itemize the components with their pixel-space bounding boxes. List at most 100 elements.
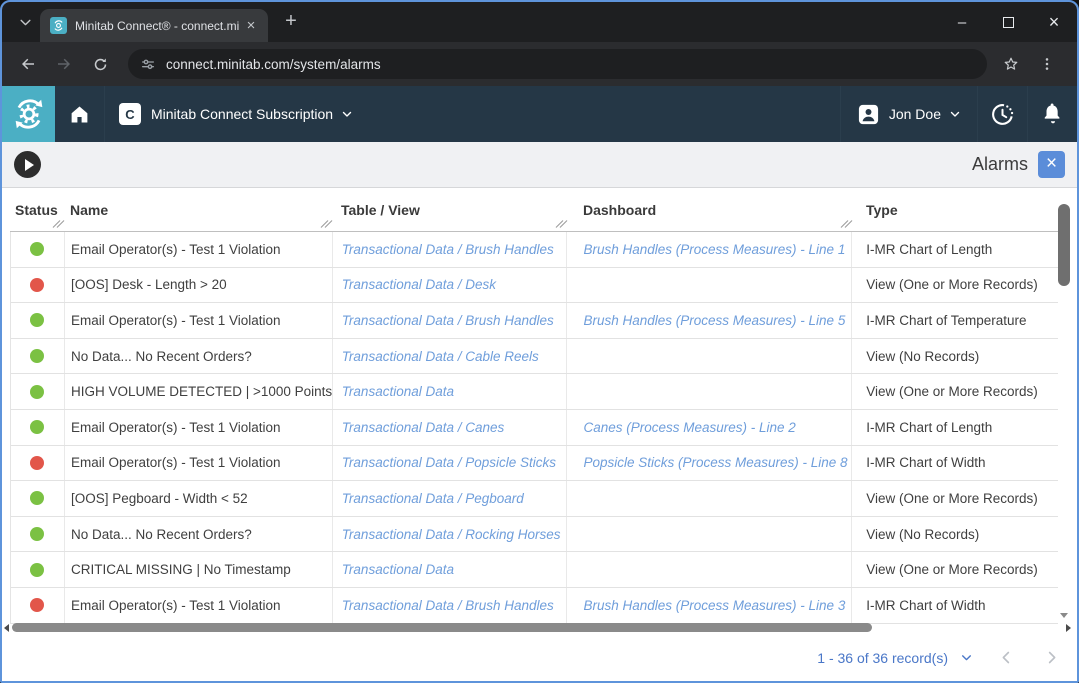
column-resize-handle[interactable] [556, 219, 566, 229]
minitab-connect-logo[interactable] [2, 86, 55, 142]
dashboard-link[interactable]: Brush Handles (Process Measures) - Line … [583, 242, 845, 257]
table-row[interactable]: Email Operator(s) - Test 1 ViolationTran… [11, 588, 1058, 624]
dashboard-cell: Brush Handles (Process Measures) - Line … [567, 232, 852, 267]
column-header-status[interactable]: Status [10, 188, 64, 232]
record-count-dropdown[interactable]: 1 - 36 of 36 record(s) [817, 650, 973, 666]
star-icon [1002, 55, 1020, 73]
table-view-cell: Transactional Data / Desk [333, 268, 568, 303]
home-button[interactable] [55, 86, 105, 142]
type-cell: I-MR Chart of Length [852, 232, 1058, 267]
table-view-link[interactable]: Transactional Data [342, 562, 454, 577]
maximize-button[interactable] [985, 2, 1031, 42]
table-row[interactable]: No Data... No Recent Orders?Transactiona… [11, 517, 1058, 553]
alarm-name: No Data... No Recent Orders? [71, 349, 252, 364]
vertical-scrollbar-thumb[interactable] [1058, 204, 1070, 286]
table-row[interactable]: Email Operator(s) - Test 1 ViolationTran… [11, 446, 1058, 482]
horizontal-scrollbar-thumb[interactable] [12, 623, 872, 632]
reload-button[interactable] [84, 48, 116, 80]
table-view-link[interactable]: Transactional Data / Desk [342, 277, 496, 292]
column-header-name[interactable]: Name [64, 188, 332, 232]
table-view-link[interactable]: Transactional Data / Cable Reels [342, 349, 539, 364]
table-view-link[interactable]: Transactional Data / Rocking Horses [342, 527, 561, 542]
alarm-name: CRITICAL MISSING | No Timestamp [71, 562, 291, 577]
table-row[interactable]: CRITICAL MISSING | No Timestamp Transacti… [11, 552, 1058, 588]
table-view-link[interactable]: Transactional Data / Popsicle Sticks [342, 455, 556, 470]
scrollbar-down-arrow-icon[interactable] [1060, 613, 1068, 618]
bookmark-button[interactable] [995, 48, 1027, 80]
dashboard-link[interactable]: Brush Handles (Process Measures) - Line … [583, 598, 845, 613]
subscription-badge: C [119, 103, 141, 125]
notifications-button[interactable] [1027, 86, 1077, 142]
window-close-button[interactable]: × [1031, 2, 1077, 42]
status-cell [11, 339, 65, 374]
table-row[interactable]: [OOS] Desk - Length > 20Transactional Da… [11, 268, 1058, 304]
alarms-panel-header: Alarms × [2, 142, 1077, 188]
tab-close-icon[interactable]: × [242, 17, 260, 35]
status-cell [11, 232, 65, 267]
column-header-table-view[interactable]: Table / View [332, 188, 567, 232]
status-red-icon [30, 598, 44, 612]
table-view-link[interactable]: Transactional Data / Brush Handles [342, 313, 554, 328]
alarm-type: View (One or More Records) [866, 277, 1038, 292]
column-resize-handle[interactable] [321, 219, 331, 229]
user-menu[interactable]: Jon Doe [840, 86, 977, 142]
table-row[interactable]: No Data... No Recent Orders? Transactiona… [11, 339, 1058, 375]
type-cell: View (No Records) [852, 517, 1058, 552]
table-header-row: Status Name Table / View Dashboard Type [10, 188, 1058, 232]
scrollbar-right-arrow-icon[interactable] [1066, 624, 1071, 632]
table-row[interactable]: [OOS] Pegboard - Width < 52 Transactional… [11, 481, 1058, 517]
maximize-icon [1003, 17, 1014, 28]
dashboard-link[interactable]: Canes (Process Measures) - Line 2 [583, 420, 795, 435]
home-icon [69, 104, 90, 125]
status-red-icon [30, 278, 44, 292]
tab-search-button[interactable] [10, 7, 40, 37]
minimize-button[interactable]: – [939, 2, 985, 42]
browser-toolbar: connect.minitab.com/system/alarms [2, 42, 1077, 86]
column-resize-handle[interactable] [841, 219, 851, 229]
status-cell [11, 481, 65, 516]
column-header-type[interactable]: Type [852, 188, 1058, 232]
table-row[interactable]: Email Operator(s) - Test 1 ViolationTran… [11, 410, 1058, 446]
kebab-menu-icon [1039, 56, 1055, 72]
horizontal-scrollbar[interactable] [4, 621, 1055, 634]
column-header-dashboard[interactable]: Dashboard [567, 188, 852, 232]
subscription-switcher[interactable]: C Minitab Connect Subscription [105, 86, 367, 142]
table-row[interactable]: Email Operator(s) - Test 1 Violation Tran… [11, 232, 1058, 268]
previous-page-button[interactable] [999, 650, 1014, 665]
alarm-type: I-MR Chart of Width [866, 455, 985, 470]
table-view-link[interactable]: Transactional Data / Pegboard [342, 491, 524, 506]
name-cell: Email Operator(s) - Test 1 Violation [65, 232, 333, 267]
table-view-link[interactable]: Transactional Data [342, 384, 454, 399]
expand-panel-button[interactable] [14, 151, 41, 178]
new-tab-button[interactable]: + [278, 9, 304, 35]
column-resize-handle[interactable] [53, 219, 63, 229]
browser-tab[interactable]: Minitab Connect® - connect.mi × [40, 9, 268, 42]
table-row[interactable]: HIGH VOLUME DETECTED | >1000 PointsTrans… [11, 374, 1058, 410]
type-cell: View (One or More Records) [852, 481, 1058, 516]
alarm-type: View (One or More Records) [866, 491, 1038, 506]
navbar-right: Jon Doe [840, 86, 1077, 142]
site-info-icon[interactable] [140, 56, 156, 72]
back-button[interactable] [12, 48, 44, 80]
status-cell [11, 303, 65, 338]
vertical-scrollbar[interactable] [1057, 188, 1071, 620]
url-bar[interactable]: connect.minitab.com/system/alarms [128, 49, 987, 79]
forward-button[interactable] [48, 48, 80, 80]
scrollbar-left-arrow-icon[interactable] [4, 624, 9, 632]
table-row[interactable]: Email Operator(s) - Test 1 ViolationTran… [11, 303, 1058, 339]
url-text[interactable]: connect.minitab.com/system/alarms [166, 57, 381, 72]
alarm-name: Email Operator(s) - Test 1 Violation [71, 242, 281, 257]
panel-close-button[interactable]: × [1038, 151, 1065, 178]
dashboard-link[interactable]: Popsicle Sticks (Process Measures) - Lin… [583, 455, 847, 470]
table-view-link[interactable]: Transactional Data / Canes [342, 420, 505, 435]
table-view-link[interactable]: Transactional Data / Brush Handles [342, 242, 554, 257]
alarms-table: Status Name Table / View Dashboard Type … [2, 188, 1077, 634]
history-button[interactable] [977, 86, 1027, 142]
table-view-link[interactable]: Transactional Data / Brush Handles [342, 598, 554, 613]
browser-menu-button[interactable] [1031, 48, 1063, 80]
status-green-icon [30, 385, 44, 399]
dashboard-link[interactable]: Brush Handles (Process Measures) - Line … [583, 313, 845, 328]
name-cell: [OOS] Pegboard - Width < 52 [65, 481, 333, 516]
status-green-icon [30, 313, 44, 327]
next-page-button[interactable] [1044, 650, 1059, 665]
